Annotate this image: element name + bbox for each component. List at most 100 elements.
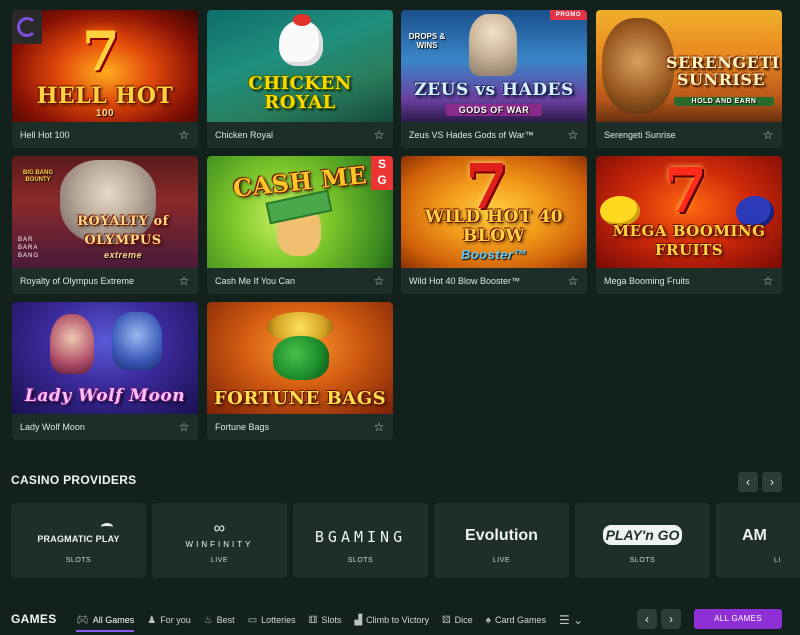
favorite-star-icon[interactable]: ☆ [762, 275, 774, 287]
game-thumbnail[interactable]: Lady Wolf Moon [12, 302, 198, 414]
game-card-hell-hot-100[interactable]: 7 HELL HOT 100 Hell Hot 100 ☆ [12, 10, 198, 148]
game-art-subtitle: extreme [103, 250, 143, 260]
game-card-royalty-of-olympus[interactable]: BIG BANG BOUNTY BAR BARA BANG ROYALTY of… [12, 156, 198, 294]
favorite-star-icon[interactable]: ☆ [178, 421, 190, 433]
provider-category: LIVE [492, 557, 511, 564]
tab-label: Card Games [494, 615, 547, 625]
game-card-footer: Mega Booming Fruits ☆ [596, 268, 782, 294]
tab-slots[interactable]: ⚅ Slots [309, 612, 342, 628]
more-categories-dropdown[interactable]: ☰ ⌄ [559, 612, 587, 628]
zeus-figure [469, 14, 517, 76]
game-art-subtitle: 100 [95, 108, 115, 119]
game-thumbnail[interactable]: FORTUNE BAGS [207, 302, 393, 414]
game-card-cash-me[interactable]: CASH ME SG Cash Me If You Can ☆ [207, 156, 393, 294]
game-card-wild-hot-40[interactable]: 7 WILD HOT 40 BLOW Booster™ Wild Hot 40 … [401, 156, 587, 294]
favorite-star-icon[interactable]: ☆ [373, 275, 385, 287]
game-name: Royalty of Olympus Extreme [20, 276, 135, 286]
game-art-title: WILD HOT 40 BLOW [424, 207, 564, 246]
favorite-star-icon[interactable]: ☆ [178, 129, 190, 141]
casino-games-page: 7 HELL HOT 100 Hell Hot 100 ☆ CHICKEN RO… [0, 0, 800, 635]
chevron-left-icon: ‹ [746, 475, 750, 489]
tab-best[interactable]: ♨ Best [204, 612, 235, 628]
tab-all-games[interactable]: 🎮︎ All Games [76, 612, 135, 632]
provider-card-pragmatic-play[interactable]: PRAGMATIC PLAY SLOTS [11, 503, 146, 578]
provider-card-partial[interactable]: AM LI [716, 503, 800, 578]
favorite-star-icon[interactable]: ☆ [373, 129, 385, 141]
promo-art-badge: DROPS & WINS [408, 32, 446, 50]
game-thumbnail[interactable]: SERENGETI SUNRISE HOLD AND EARN [596, 10, 782, 122]
person-icon: ♟ [147, 614, 157, 626]
game-art-title: MEGA BOOMING FRUITS [612, 222, 766, 259]
tab-climb-to-victory[interactable]: ▟ Climb to Victory [354, 612, 429, 628]
provider-logo: BGAMING [314, 528, 407, 546]
favorite-star-icon[interactable]: ☆ [567, 129, 579, 141]
providers-prev-button[interactable]: ‹ [738, 472, 758, 492]
provider-category: SLOTS [629, 557, 656, 564]
game-thumbnail[interactable]: 7 WILD HOT 40 BLOW Booster™ [401, 156, 587, 268]
provider-category: LIVE [210, 557, 229, 564]
tab-lotteries[interactable]: ▭ Lotteries [248, 612, 296, 628]
provider-card-bgaming[interactable]: BGAMING SLOTS [293, 503, 428, 578]
game-card-footer: Lady Wolf Moon ☆ [12, 414, 198, 440]
game-name: Hell Hot 100 [20, 130, 70, 140]
game-card-footer: Zeus VS Hades Gods of War™ ☆ [401, 122, 587, 148]
favorite-star-icon[interactable]: ☆ [373, 421, 385, 433]
game-card-footer: Wild Hot 40 Blow Booster™ ☆ [401, 268, 587, 294]
infinity-icon: ∞ [213, 520, 226, 537]
promo-art-badge: BIG BANG BOUNTY [23, 170, 53, 183]
provider-category: SLOTS [347, 557, 374, 564]
game-thumbnail[interactable]: DROPS & WINS ZEUS vs HADES GODS OF WAR P… [401, 10, 587, 122]
providers-next-button[interactable]: › [762, 472, 782, 492]
game-card-footer: Serengeti Sunrise ☆ [596, 122, 782, 148]
game-name: Chicken Royal [215, 130, 274, 140]
game-card-serengeti-sunrise[interactable]: SERENGETI SUNRISE HOLD AND EARN Serenget… [596, 10, 782, 148]
game-art-title: ROYALTY of OLYMPUS [77, 214, 169, 248]
tab-label: Best [216, 615, 235, 625]
game-thumbnail[interactable]: CASH ME SG [207, 156, 393, 268]
game-art-subtitle: GODS OF WAR [446, 104, 542, 116]
provider-card-playngo[interactable]: PLAY'n GO SLOTS [575, 503, 710, 578]
provider-card-winfinity[interactable]: ∞ WINFINITY LIVE [152, 503, 287, 578]
game-name: Cash Me If You Can [215, 276, 296, 286]
game-card-mega-booming-fruits[interactable]: 7 MEGA BOOMING FRUITS Mega Booming Fruit… [596, 156, 782, 294]
provider-logo: Evolution [465, 527, 538, 544]
game-card-chicken-royal[interactable]: CHICKEN ROYAL Chicken Royal ☆ [207, 10, 393, 148]
game-name: Mega Booming Fruits [604, 276, 690, 286]
tab-card-games[interactable]: ♠ Card Games [486, 612, 546, 628]
game-card-lady-wolf-moon[interactable]: Lady Wolf Moon Lady Wolf Moon ☆ [12, 302, 198, 440]
seven-emblem: 7 [82, 19, 120, 83]
list-dropdown-icon: ☰ ⌄ [559, 613, 584, 627]
game-art-subtitle: Booster™ [460, 247, 528, 262]
game-name: Lady Wolf Moon [20, 422, 85, 432]
game-thumbnail[interactable]: BIG BANG BOUNTY BAR BARA BANG ROYALTY of… [12, 156, 198, 268]
provider-card-evolution[interactable]: Evolution LIVE [434, 503, 569, 578]
games-prev-button[interactable]: ‹ [637, 609, 657, 629]
game-thumbnail[interactable]: 7 MEGA BOOMING FRUITS [596, 156, 782, 268]
site-logo-icon [12, 10, 42, 44]
favorite-star-icon[interactable]: ☆ [762, 129, 774, 141]
tab-label: For you [160, 615, 191, 625]
game-art-subtitle: HOLD AND EARN [674, 97, 774, 106]
crown-icon [101, 523, 113, 531]
game-name: Wild Hot 40 Blow Booster™ [409, 276, 521, 286]
game-card-fortune-bags[interactable]: FORTUNE BAGS Fortune Bags ☆ [207, 302, 393, 440]
game-card-zeus-vs-hades[interactable]: DROPS & WINS ZEUS vs HADES GODS OF WAR P… [401, 10, 587, 148]
all-games-button[interactable]: ALL GAMES [694, 609, 782, 629]
tab-label: All Games [92, 615, 135, 625]
favorite-star-icon[interactable]: ☆ [567, 275, 579, 287]
provider-badge-icon: SG [371, 156, 393, 190]
bar-chart-icon: ▟ [354, 614, 363, 626]
game-art-title: ZEUS vs HADES [414, 80, 574, 100]
game-card-footer: Hell Hot 100 ☆ [12, 122, 198, 148]
tab-dice[interactable]: ⚄ Dice [442, 612, 473, 628]
chevron-left-icon: ‹ [645, 612, 649, 626]
game-card-footer: Royalty of Olympus Extreme ☆ [12, 268, 198, 294]
favorite-star-icon[interactable]: ☆ [178, 275, 190, 287]
game-thumbnail[interactable]: CHICKEN ROYAL [207, 10, 393, 122]
provider-category: LI [774, 557, 781, 564]
games-next-button[interactable]: › [661, 609, 681, 629]
tab-for-you[interactable]: ♟ For you [147, 612, 190, 628]
game-thumbnail[interactable]: 7 HELL HOT 100 [12, 10, 198, 122]
game-card-footer: Cash Me If You Can ☆ [207, 268, 393, 294]
slot-machine-icon: ⚅ [308, 614, 318, 626]
